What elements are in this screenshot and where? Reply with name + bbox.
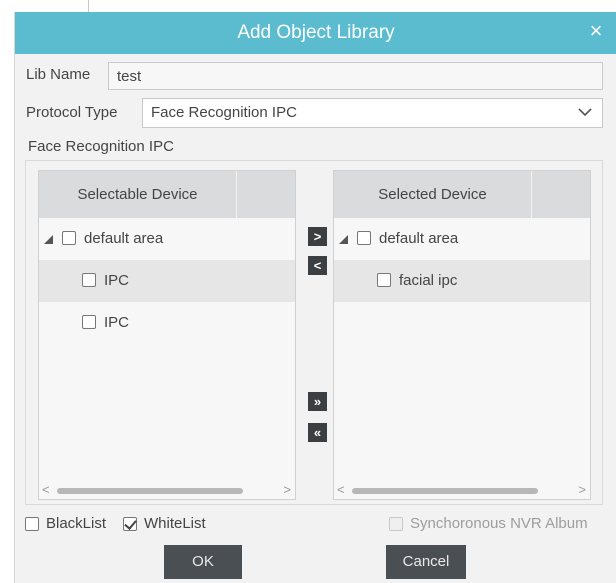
tree-row-device[interactable]: facial ipc xyxy=(334,260,590,302)
tree-row-device[interactable]: IPC xyxy=(39,260,295,302)
tree-root-label: default area xyxy=(379,230,459,247)
checkbox[interactable] xyxy=(82,315,96,329)
whitelist-checkbox[interactable] xyxy=(123,517,137,531)
move-all-left-button[interactable]: « xyxy=(308,423,327,442)
ok-button[interactable]: OK xyxy=(164,545,242,579)
scroll-left-icon[interactable]: < xyxy=(42,481,50,499)
scrollbar-thumb[interactable] xyxy=(57,488,243,494)
move-all-right-button[interactable]: » xyxy=(308,392,327,411)
tree-row-default-area[interactable]: default area xyxy=(39,218,295,260)
blacklist-checkbox[interactable] xyxy=(25,517,39,531)
tree-row-default-area[interactable]: default area xyxy=(334,218,590,260)
checkbox[interactable] xyxy=(82,273,96,287)
add-object-library-dialog: Add Object Library × Lib Name Protocol T… xyxy=(14,12,616,583)
chevron-down-icon xyxy=(578,108,592,117)
close-icon[interactable]: × xyxy=(581,16,611,46)
checkbox[interactable] xyxy=(377,273,391,287)
tree-row-device[interactable]: IPC xyxy=(39,302,295,344)
blacklist-option[interactable]: BlackList xyxy=(25,514,121,534)
expand-triangle-icon[interactable] xyxy=(44,235,53,244)
sync-nvr-album-option: Synchoronous NVR Album xyxy=(389,514,603,534)
group-title: Face Recognition IPC xyxy=(28,138,174,155)
selectable-device-panel: Selectable Device default area IPC IPC <… xyxy=(38,170,296,500)
scroll-left-icon[interactable]: < xyxy=(337,481,345,499)
cancel-button[interactable]: Cancel xyxy=(386,545,466,579)
device-label: IPC xyxy=(104,314,130,331)
device-label: facial ipc xyxy=(399,272,458,289)
scrollbar-thumb[interactable] xyxy=(352,488,538,494)
sync-nvr-album-checkbox xyxy=(389,517,403,531)
dialog-titlebar: Add Object Library × xyxy=(15,12,616,54)
move-left-button[interactable]: < xyxy=(308,256,327,275)
checkbox[interactable] xyxy=(357,231,371,245)
whitelist-label: WhiteList xyxy=(144,515,206,532)
horizontal-scrollbar[interactable]: < > xyxy=(39,481,295,499)
selectable-device-header: Selectable Device xyxy=(39,171,295,218)
selected-device-header: Selected Device xyxy=(334,171,590,218)
selected-device-panel: Selected Device default area facial ipc … xyxy=(333,170,591,500)
protocol-type-value: Face Recognition IPC xyxy=(151,104,297,121)
sync-nvr-album-label: Synchoronous NVR Album xyxy=(410,515,588,532)
tree-root-label: default area xyxy=(84,230,164,247)
horizontal-scrollbar[interactable]: < > xyxy=(334,481,590,499)
protocol-type-select[interactable]: Face Recognition IPC xyxy=(142,98,603,128)
protocol-type-label: Protocol Type xyxy=(26,104,118,121)
move-right-button[interactable]: > xyxy=(308,227,327,246)
dialog-title: Add Object Library xyxy=(237,22,395,43)
scroll-right-icon[interactable]: > xyxy=(283,481,291,499)
scroll-right-icon[interactable]: > xyxy=(578,481,586,499)
lib-name-input[interactable] xyxy=(108,62,603,90)
device-label: IPC xyxy=(104,272,130,289)
selectable-device-header-label: Selectable Device xyxy=(39,171,237,218)
selected-device-header-label: Selected Device xyxy=(334,171,532,218)
blacklist-label: BlackList xyxy=(46,515,107,532)
expand-triangle-icon[interactable] xyxy=(339,235,348,244)
checkbox[interactable] xyxy=(62,231,76,245)
whitelist-option[interactable]: WhiteList xyxy=(123,514,219,534)
lib-name-label: Lib Name xyxy=(26,66,91,83)
